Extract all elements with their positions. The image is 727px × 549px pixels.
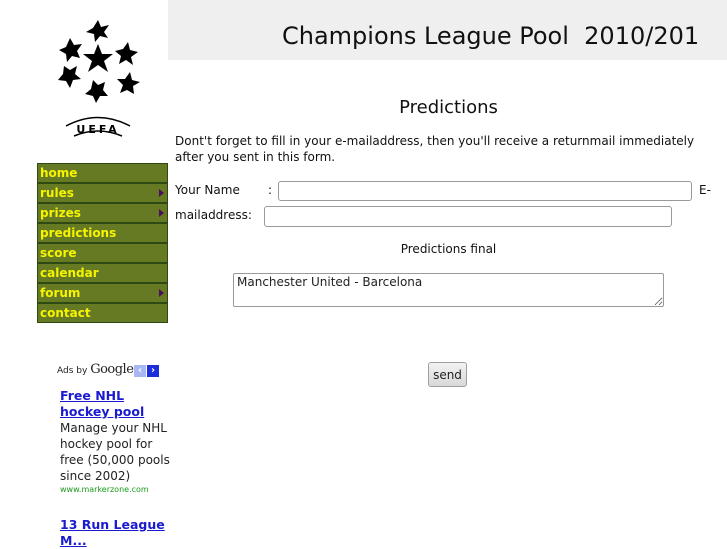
email-input[interactable] xyxy=(264,206,672,227)
menu-item-label: forum xyxy=(40,286,81,300)
ad-url[interactable]: www.markerzone.com xyxy=(60,484,170,495)
menu-item-predictions[interactable]: predictions xyxy=(38,224,167,242)
menu-item-contact[interactable]: contact xyxy=(38,304,167,322)
menu-item-label: prizes xyxy=(40,206,81,220)
name-label: Your Name xyxy=(175,183,240,197)
menu-item-label: home xyxy=(40,166,78,180)
menu-item-score[interactable]: score xyxy=(38,244,167,262)
submenu-arrow-icon xyxy=(159,189,164,197)
ads-panel: Ads by Google ‹ › Free NHL hockey pool M… xyxy=(57,362,170,549)
ad-next-icon[interactable]: › xyxy=(147,365,159,377)
page-title: Predictions xyxy=(399,97,498,118)
predictions-textarea[interactable]: Manchester United - Barcelona xyxy=(233,273,664,307)
email-label-part1: E- xyxy=(699,183,711,197)
uefa-logo: UEFA xyxy=(48,14,148,144)
ad-title-link[interactable]: Free NHL hockey pool xyxy=(60,388,170,420)
menu-item-label: contact xyxy=(40,306,91,320)
ad-prev-icon[interactable]: ‹ xyxy=(134,365,146,377)
intro-text: Dont't forget to fill in your e-mailaddr… xyxy=(175,134,695,164)
ad-item: 13 Run League M... xyxy=(60,517,170,549)
ad-item: Free NHL hockey pool Manage your NHL hoc… xyxy=(60,388,170,495)
uefa-text: UEFA xyxy=(76,123,119,136)
predictions-label: Predictions final xyxy=(400,242,497,256)
ad-title-link[interactable]: 13 Run League M... xyxy=(60,517,170,549)
send-button[interactable]: send xyxy=(428,362,467,387)
submenu-arrow-icon xyxy=(159,289,164,297)
ads-by-google[interactable]: Ads by Google ‹ › xyxy=(57,362,170,380)
menu-item-label: rules xyxy=(40,186,74,200)
page-header: Champions League Pool 2010/201 xyxy=(168,0,727,60)
menu-item-rules[interactable]: rules xyxy=(38,184,167,202)
site-title: Champions League Pool 2010/201 xyxy=(282,22,700,50)
main-menu: home rules prizes predictions score cale… xyxy=(37,163,168,323)
name-input[interactable] xyxy=(278,181,692,201)
menu-item-label: calendar xyxy=(40,266,99,280)
menu-item-forum[interactable]: forum xyxy=(38,284,167,302)
menu-item-prizes[interactable]: prizes xyxy=(38,204,167,222)
ads-label-brand: Google xyxy=(90,362,134,377)
menu-item-label: predictions xyxy=(40,226,117,240)
ad-body: Manage your NHL hockey pool for free (50… xyxy=(60,421,170,483)
ads-label-prefix: Ads by xyxy=(57,366,88,376)
menu-item-label: score xyxy=(40,246,77,260)
menu-item-home[interactable]: home xyxy=(38,164,167,182)
email-label-part2: mailaddress: xyxy=(175,208,252,222)
name-colon: : xyxy=(268,183,273,197)
menu-item-calendar[interactable]: calendar xyxy=(38,264,167,282)
starball-icon: UEFA xyxy=(58,20,140,137)
submenu-arrow-icon xyxy=(159,209,164,217)
